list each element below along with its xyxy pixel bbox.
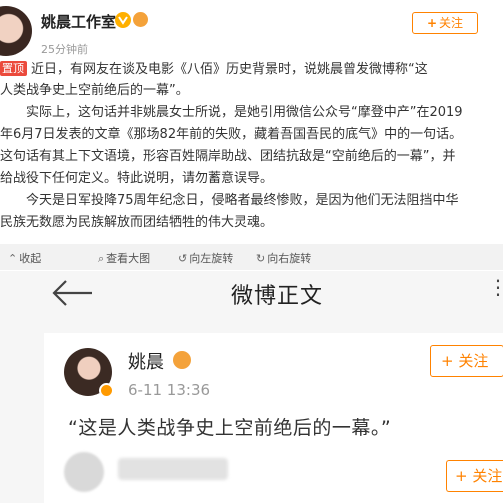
post-line: 民族无数愿为民族解放而团结牺牲的伟大灵魂。	[0, 215, 274, 230]
blurred-avatar	[64, 452, 104, 492]
crown-icon	[133, 12, 148, 27]
back-arrow-icon	[52, 280, 92, 306]
post-line: 人类战争史上空前绝后的一幕”。	[0, 83, 189, 98]
image-toolbar: ⌃ 收起 ⌕ 查看大图 ↺ 向左旋转 ↻ 向右旋转	[0, 244, 503, 270]
more-icon: ⋮	[488, 275, 503, 299]
view-large-label: 查看大图	[106, 252, 151, 265]
view-large-button[interactable]: ⌕ 查看大图	[98, 250, 150, 266]
screenshot-follow-button: + 关注	[430, 345, 503, 377]
rotate-left-label: 向左旋转	[189, 252, 234, 265]
pin-badge: 置顶	[0, 61, 27, 76]
collapse-label: 收起	[19, 252, 42, 265]
collapse-icon: ⌃	[8, 252, 18, 265]
post-line: 置顶 近日，有网友在谈及电影《八佰》历史背景时，说姚晨曾发微博称“这	[0, 60, 428, 81]
blurred-name	[118, 458, 228, 480]
post-line: 实际上，这句话并非姚晨女士所说，是她引用微信公众号“摩登中产”在2019	[0, 105, 463, 120]
post-line: 年6月7日发表的文章《那场82年前的失败，藏着吾国吾民的底气》中的一句话。	[0, 127, 463, 142]
rotate-left-icon: ↺	[178, 252, 188, 265]
plus-icon: +	[426, 16, 438, 30]
screenshot-author-name: 姚晨	[128, 352, 164, 373]
screenshot-follow-button-2: + 关注	[446, 460, 503, 492]
verified-badge-icon	[99, 383, 114, 398]
screenshot-quote: “这是人类战争史上空前绝后的一幕。”	[68, 417, 392, 439]
post-time: 25分钟前	[41, 43, 88, 56]
post-header: 姚晨工作室 25分钟前 + 关注	[0, 0, 503, 58]
post-line: 给战役下任何定义。特此说明，请勿蓄意误导。	[0, 171, 274, 186]
collapse-button[interactable]: ⌃ 收起	[8, 250, 41, 266]
post-line: 今天是日军投降75周年纪念日，侵略者最终惨败，是因为他们无法阻挡中华	[0, 193, 459, 208]
screenshot-post-card: 姚晨 6-11 13:36 + 关注 “这是人类战争史上空前绝后的一幕。”	[44, 333, 503, 503]
follow-button[interactable]: + 关注	[412, 12, 478, 34]
crown-icon	[173, 351, 191, 369]
screenshot-nav-title: 微博正文	[231, 284, 324, 309]
post-line: 这句话有其上下文语境，形容百姓隔岸助战、团结抗敌是“空前绝后的一幕”，并	[0, 149, 456, 164]
post-line-text: 近日，有网友在谈及电影《八佰》历史背景时，说姚晨曾发微博称“这	[31, 62, 428, 77]
rotate-right-button[interactable]: ↻ 向右旋转	[256, 250, 311, 266]
magnify-icon: ⌕	[98, 252, 105, 265]
verified-badge-icon	[115, 12, 131, 28]
follow-label: 关注	[439, 16, 464, 30]
author-name[interactable]: 姚晨工作室	[41, 11, 116, 32]
rotate-left-button[interactable]: ↺ 向左旋转	[178, 250, 233, 266]
rotate-right-label: 向右旋转	[267, 252, 312, 265]
screenshot-post-time: 6-11 13:36	[128, 381, 211, 399]
rotate-right-icon: ↻	[256, 252, 266, 265]
author-avatar[interactable]	[0, 4, 34, 56]
screenshot-nav-bar: 微博正文 ⋮	[0, 271, 503, 315]
